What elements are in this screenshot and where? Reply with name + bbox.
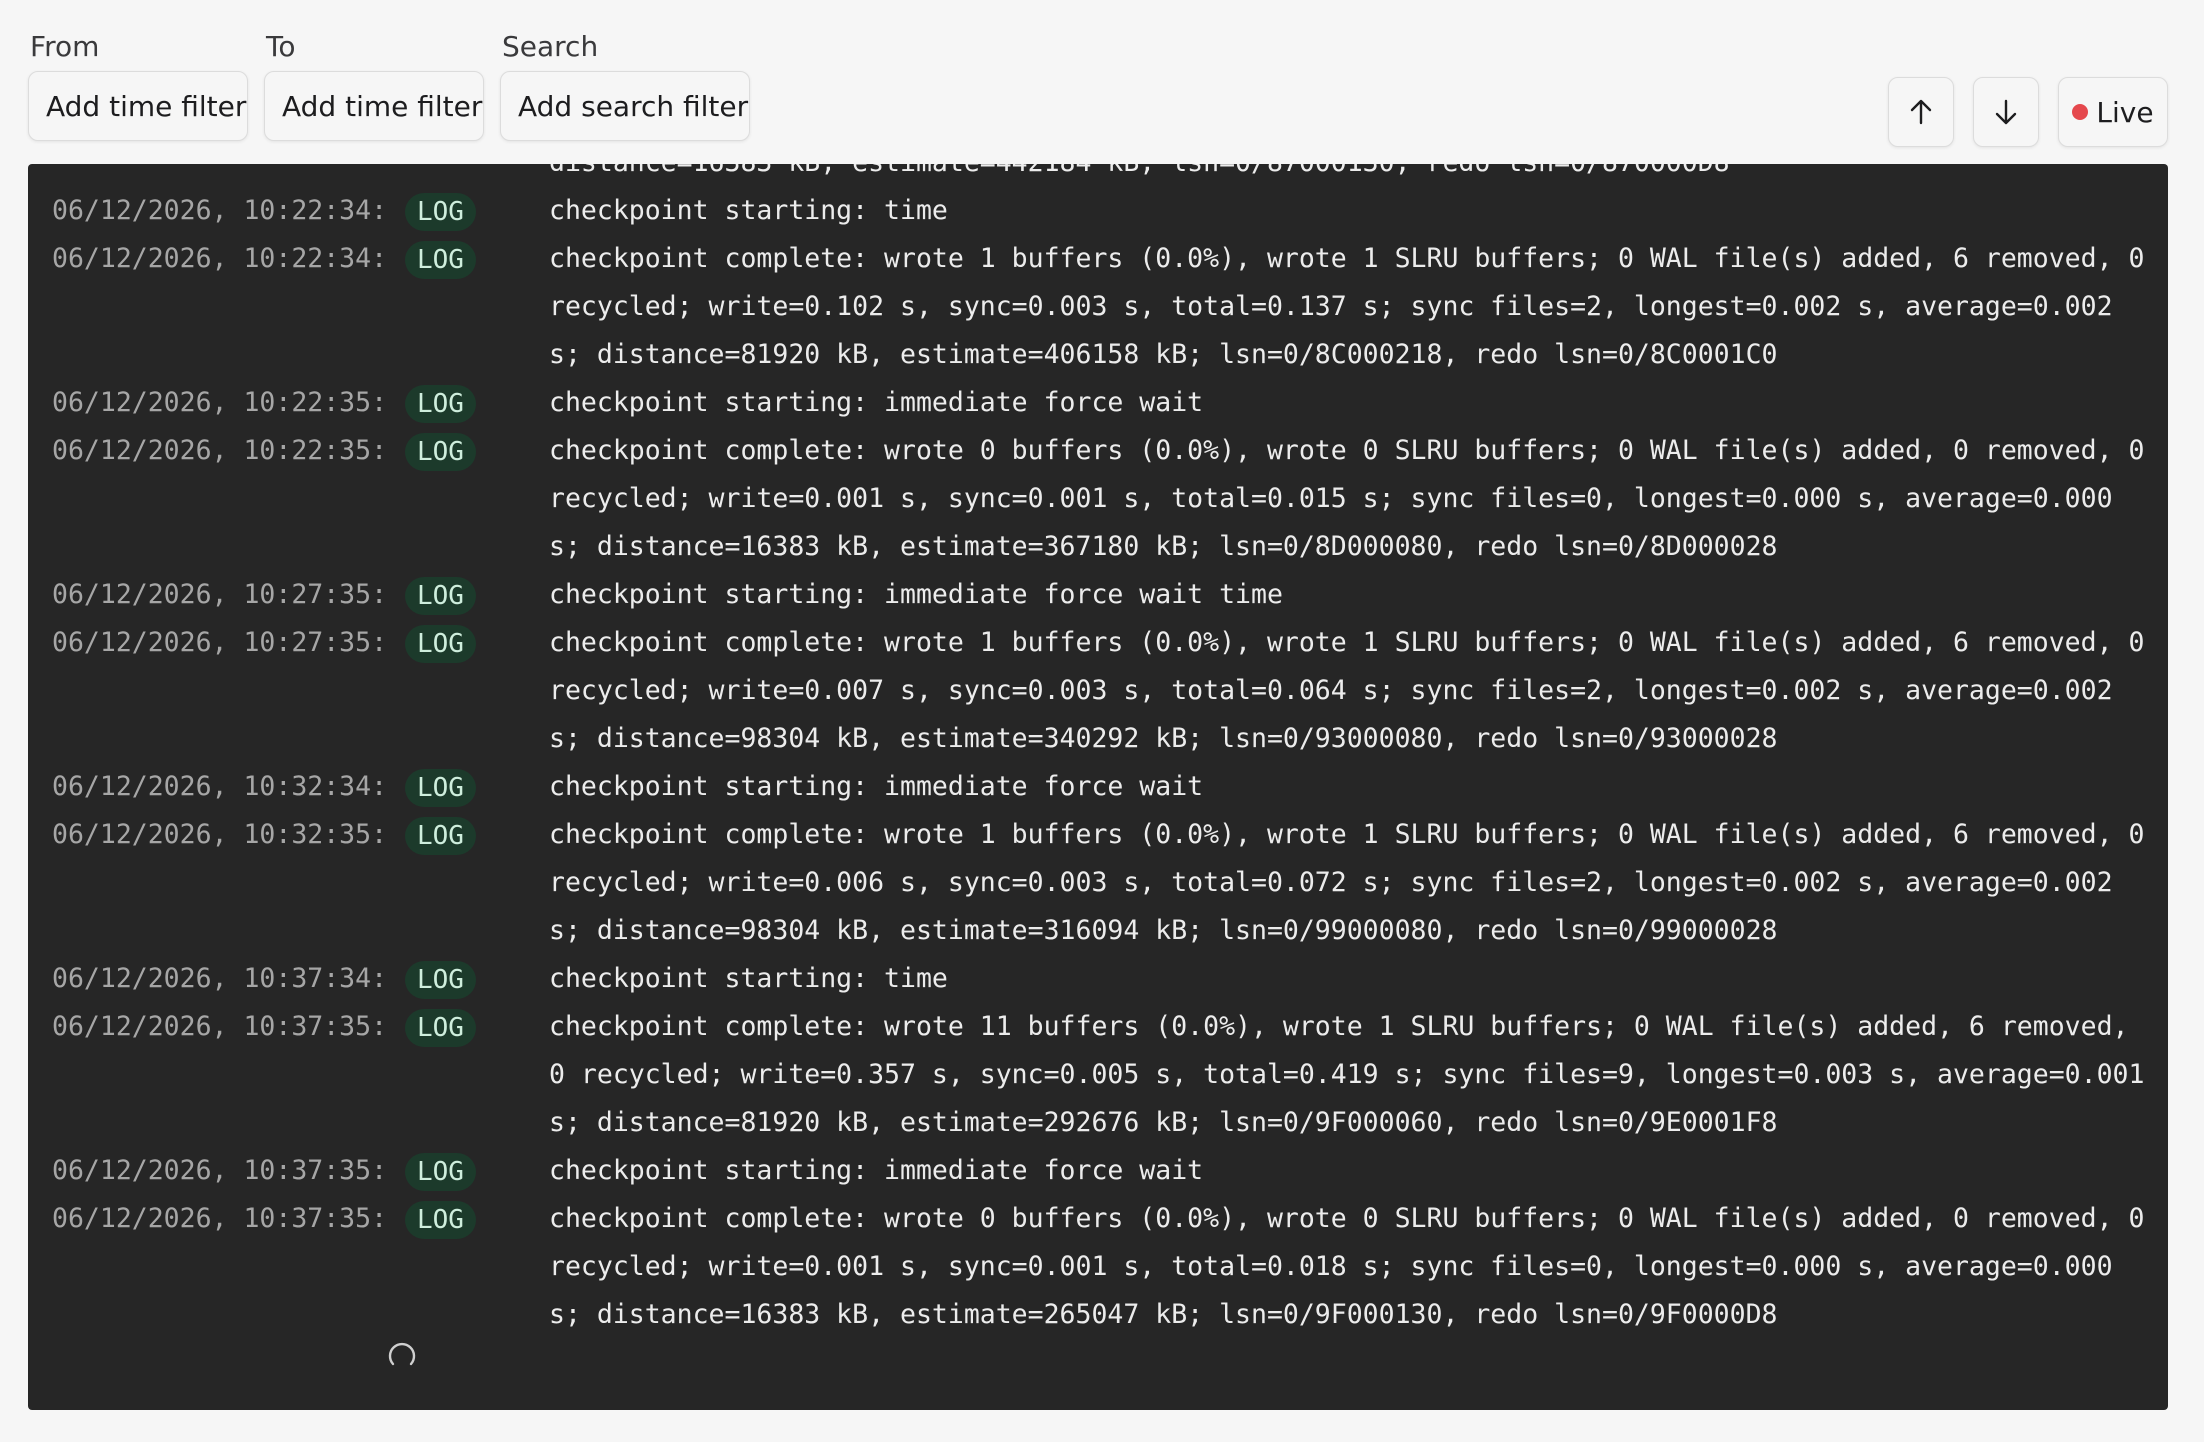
log-timestamp: 06/12/2026, 10:32:34: bbox=[52, 771, 388, 802]
log-row: 06/12/2026, 10:22:35: LOG checkpoint start… bbox=[28, 379, 2168, 427]
log-level-badge: LOG bbox=[405, 625, 476, 663]
log-message: checkpoint starting: immediate force wai… bbox=[549, 579, 1283, 610]
log-timestamp: 06/12/2026, 10:22:34: bbox=[52, 243, 388, 274]
to-label: To bbox=[266, 30, 296, 63]
log-level-badge: LOG bbox=[405, 193, 476, 231]
log-timestamp: 06/12/2026, 10:27:35: bbox=[52, 627, 388, 658]
arrow-down-icon bbox=[1995, 99, 2017, 125]
log-row-partial: distance=16383 kB, estimate=442184 kB; l… bbox=[28, 164, 2168, 187]
log-row: 06/12/2026, 10:22:35: LOG checkpoint compl… bbox=[28, 427, 2168, 571]
log-toolbar: Live bbox=[1888, 77, 2168, 147]
log-message: checkpoint complete: wrote 11 buffers (0… bbox=[549, 1011, 2145, 1138]
log-level-badge: LOG bbox=[405, 769, 476, 807]
log-timestamp: 06/12/2026, 10:22:35: bbox=[52, 435, 388, 466]
log-timestamp: 06/12/2026, 10:37:34: bbox=[52, 963, 388, 994]
log-timestamp: 06/12/2026, 10:37:35: bbox=[52, 1203, 388, 1234]
log-timestamp: 06/12/2026, 10:22:34: bbox=[52, 195, 388, 226]
log-level-badge: LOG bbox=[405, 961, 476, 999]
log-message: checkpoint starting: time bbox=[549, 195, 948, 226]
log-message: checkpoint starting: immediate force wai… bbox=[549, 771, 1204, 802]
live-indicator-dot bbox=[2072, 104, 2089, 120]
arrow-up-icon bbox=[1910, 99, 1932, 125]
log-row: 06/12/2026, 10:32:34: LOG checkpoint start… bbox=[28, 763, 2168, 811]
log-row: 06/12/2026, 10:22:34: LOG checkpoint start… bbox=[28, 187, 2168, 235]
log-message: checkpoint complete: wrote 1 buffers (0.… bbox=[549, 819, 2145, 946]
log-row: 06/12/2026, 10:22:34: LOG checkpoint compl… bbox=[28, 235, 2168, 379]
log-message: checkpoint complete: wrote 1 buffers (0.… bbox=[549, 627, 2145, 754]
spinner-icon bbox=[388, 1342, 416, 1366]
log-level-badge: LOG bbox=[405, 817, 476, 855]
log-message: checkpoint starting: time bbox=[549, 963, 948, 994]
log-row: 06/12/2026, 10:37:35: LOG checkpoint compl… bbox=[28, 1003, 2168, 1147]
search-filter-button[interactable]: Add search filter bbox=[500, 71, 750, 141]
log-level-badge: LOG bbox=[405, 1009, 476, 1047]
log-level-badge: LOG bbox=[405, 385, 476, 423]
log-viewer[interactable]: distance=16383 kB, estimate=442184 kB; l… bbox=[28, 164, 2168, 1410]
scroll-down-button[interactable] bbox=[1973, 77, 2039, 147]
log-row: 06/12/2026, 10:37:34: LOG checkpoint start… bbox=[28, 955, 2168, 1003]
log-message: checkpoint complete: wrote 1 buffers (0.… bbox=[549, 243, 2145, 370]
scroll-up-button[interactable] bbox=[1888, 77, 1954, 147]
log-timestamp: 06/12/2026, 10:32:35: bbox=[52, 819, 388, 850]
from-filter-group: From Add time filter bbox=[28, 28, 248, 141]
log-row: 06/12/2026, 10:27:35: LOG checkpoint compl… bbox=[28, 619, 2168, 763]
to-time-filter-button[interactable]: Add time filter bbox=[264, 71, 484, 141]
log-row: 06/12/2026, 10:27:35: LOG checkpoint start… bbox=[28, 571, 2168, 619]
log-message: distance=16383 kB, estimate=442184 kB; l… bbox=[549, 164, 2149, 187]
log-timestamp: 06/12/2026, 10:37:35: bbox=[52, 1011, 388, 1042]
from-time-filter-button[interactable]: Add time filter bbox=[28, 71, 248, 141]
to-filter-group: To Add time filter bbox=[264, 28, 484, 141]
live-label: Live bbox=[2096, 95, 2154, 129]
log-row: 06/12/2026, 10:37:35: LOG checkpoint start… bbox=[28, 1147, 2168, 1195]
log-row: 06/12/2026, 10:37:35: LOG checkpoint compl… bbox=[28, 1195, 2168, 1339]
filter-bar: From Add time filter To Add time filter … bbox=[28, 28, 750, 141]
log-level-badge: LOG bbox=[405, 1153, 476, 1191]
log-message: checkpoint starting: immediate force wai… bbox=[549, 1155, 1204, 1186]
search-label: Search bbox=[502, 30, 599, 63]
log-timestamp: 06/12/2026, 10:22:35: bbox=[52, 387, 388, 418]
log-level-badge: LOG bbox=[405, 241, 476, 279]
from-label: From bbox=[30, 30, 100, 63]
log-level-badge: LOG bbox=[405, 577, 476, 615]
log-row: 06/12/2026, 10:32:35: LOG checkpoint compl… bbox=[28, 811, 2168, 955]
log-message: checkpoint complete: wrote 0 buffers (0.… bbox=[549, 435, 2145, 562]
log-message: checkpoint starting: immediate force wai… bbox=[549, 387, 1204, 418]
search-filter-group: Search Add search filter bbox=[500, 28, 750, 141]
log-list: distance=16383 kB, estimate=442184 kB; l… bbox=[28, 164, 2168, 1339]
log-level-badge: LOG bbox=[405, 433, 476, 471]
log-timestamp: 06/12/2026, 10:37:35: bbox=[52, 1155, 388, 1186]
live-button[interactable]: Live bbox=[2058, 77, 2168, 147]
log-level-badge: LOG bbox=[405, 1201, 476, 1239]
log-timestamp: 06/12/2026, 10:27:35: bbox=[52, 579, 388, 610]
log-message: checkpoint complete: wrote 0 buffers (0.… bbox=[549, 1203, 2145, 1330]
